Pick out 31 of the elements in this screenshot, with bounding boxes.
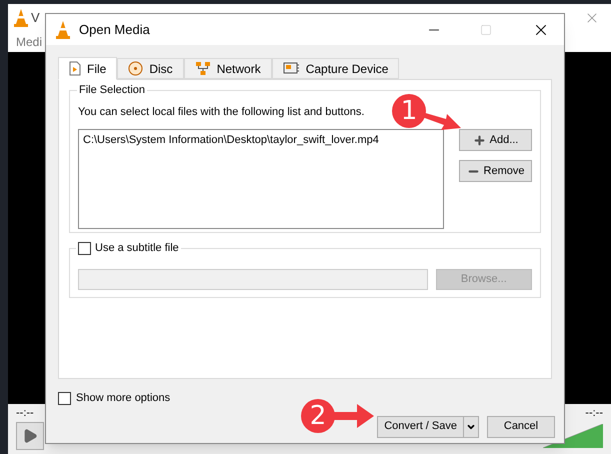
subtitle-label: Use a subtitle file	[95, 241, 179, 255]
show-more-label: Show more options	[76, 391, 170, 406]
tab[interactable]: File	[58, 57, 118, 80]
capture-card-icon	[282, 61, 300, 76]
add-button[interactable]: Add...	[459, 129, 532, 151]
hint-text: You can select local files with the following list and buttons.	[78, 105, 364, 119]
network-icon	[194, 61, 211, 76]
subtitle-checkbox[interactable]	[78, 242, 91, 254]
disc-icon	[128, 61, 144, 76]
volume-slider[interactable]	[543, 424, 603, 448]
plus-icon	[472, 134, 486, 146]
play-icon	[22, 428, 38, 444]
convert-save-button[interactable]: Convert / Save	[377, 416, 479, 438]
tab[interactable]: Capture Device	[272, 58, 400, 79]
document-icon	[69, 61, 81, 76]
arrow-icon	[422, 111, 462, 131]
play-button[interactable]	[16, 422, 44, 450]
menu-item[interactable]: Medi	[16, 33, 42, 51]
show-more-checkbox[interactable]	[58, 392, 71, 405]
tab[interactable]: Network	[184, 58, 272, 79]
cancel-button[interactable]: Cancel	[487, 416, 555, 438]
remove-button[interactable]: Remove	[459, 160, 532, 182]
vlc-cone-icon	[55, 20, 71, 38]
total-time: --:--	[585, 406, 603, 421]
dialog-title: Open Media	[79, 20, 150, 39]
tab[interactable]: Disc	[117, 58, 184, 79]
file-list[interactable]: C:\Users\System Information\Desktop\taylor_swift_lover.mp4	[78, 129, 444, 229]
window-title: V	[31, 9, 40, 28]
elapsed-time: --:--	[16, 406, 34, 421]
vlc-cone-icon	[13, 9, 29, 27]
file-list-item[interactable]: C:\Users\System Information\Desktop\taylor_swift_lover.mp4	[83, 132, 439, 148]
